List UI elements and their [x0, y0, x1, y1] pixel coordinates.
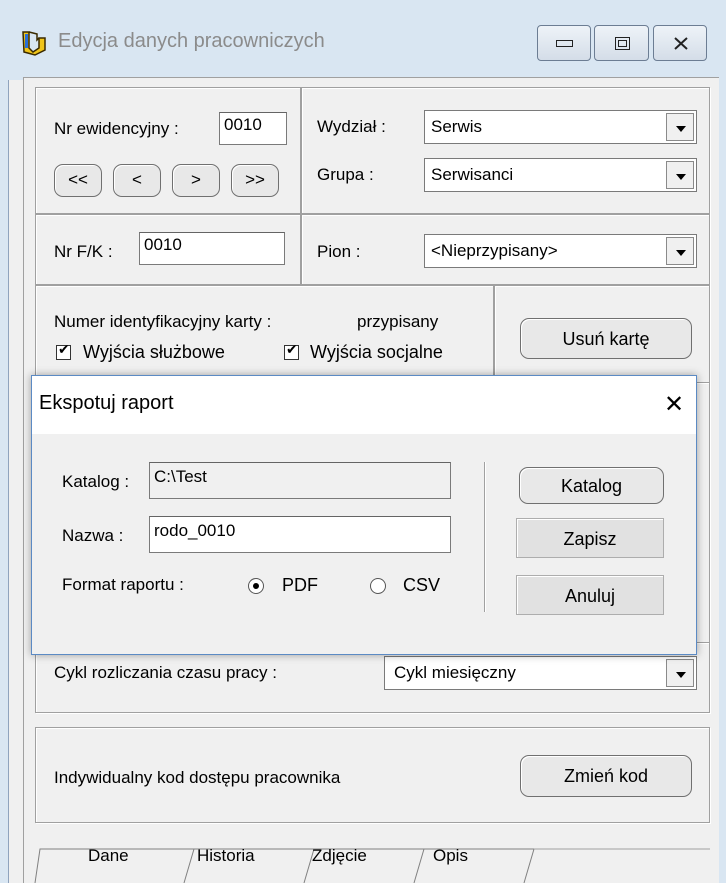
zmien-kod-button[interactable]: Zmień kod — [520, 755, 692, 797]
last-record-button[interactable]: >> — [231, 164, 279, 197]
minimize-button[interactable] — [537, 25, 591, 61]
access-code-label: Indywidualny kod dostępu pracownika — [54, 768, 341, 787]
title-bar[interactable]: Edycja danych pracowniczych — [0, 0, 726, 80]
nr-ewidencyjny-input[interactable]: 0010 — [219, 112, 287, 145]
zapisz-button[interactable]: Zapisz — [516, 518, 664, 558]
card-number-label: Numer identyfikacyjny karty : — [54, 312, 272, 331]
wyjscia-socjalne-checkbox[interactable] — [284, 342, 299, 360]
nr-fk-label: Nr F/K : — [54, 242, 113, 261]
chevron-down-icon[interactable] — [666, 659, 694, 687]
window-title: Edycja danych pracowniczych — [58, 30, 325, 52]
dialog-title-bar[interactable]: Ekspotuj raport ✕ — [32, 376, 696, 434]
wyjscia-socjalne-label: Wyjścia socjalne — [310, 342, 443, 362]
card-group — [35, 285, 494, 383]
katalog-input[interactable]: C:\Test — [149, 462, 451, 499]
tab-zdjecie[interactable]: Zdjęcie — [312, 846, 367, 883]
cykl-value: Cykl miesięczny — [394, 663, 516, 682]
next-record-button[interactable]: > — [172, 164, 220, 197]
dialog-title: Ekspotuj raport — [39, 392, 174, 414]
dialog-separator — [484, 462, 486, 612]
nr-ewidencyjny-label: Nr ewidencyjny : — [54, 119, 179, 138]
tab-strip — [34, 848, 710, 883]
wydzial-dropdown[interactable]: Serwis — [424, 110, 697, 144]
tab-dane[interactable]: Dane — [88, 846, 129, 883]
app-icon — [22, 31, 46, 56]
pion-value: <Nieprzypisany> — [431, 241, 558, 260]
grupa-dropdown[interactable]: Serwisanci — [424, 158, 697, 192]
grupa-value: Serwisanci — [431, 165, 514, 184]
chevron-down-icon[interactable] — [666, 237, 694, 265]
card-status: przypisany — [357, 312, 439, 331]
usun-karte-button[interactable]: Usuń kartę — [520, 318, 692, 359]
format-pdf-label: PDF — [282, 575, 318, 595]
close-button[interactable] — [653, 25, 707, 61]
tab-opis[interactable]: Opis — [433, 846, 468, 883]
format-label: Format raportu : — [62, 575, 184, 594]
wyjscia-sluzbowe-label: Wyjścia służbowe — [83, 342, 225, 362]
wydzial-value: Serwis — [431, 117, 483, 136]
wydzial-label: Wydział : — [317, 117, 386, 136]
grupa-label: Grupa : — [317, 165, 374, 184]
nr-fk-input[interactable]: 0010 — [139, 232, 285, 265]
close-icon[interactable]: ✕ — [664, 390, 684, 418]
format-csv-radio[interactable] — [370, 578, 386, 594]
export-report-dialog: Ekspotuj raport ✕ Katalog : C:\Test Nazw… — [31, 375, 697, 655]
cykl-dropdown[interactable]: Cykl miesięczny — [384, 656, 697, 690]
format-csv-label: CSV — [403, 575, 441, 595]
nazwa-input[interactable]: rodo_0010 — [149, 516, 451, 553]
minimize-icon — [556, 40, 573, 47]
anuluj-button[interactable]: Anuluj — [516, 575, 664, 615]
first-record-button[interactable]: << — [54, 164, 102, 197]
maximize-button[interactable] — [594, 25, 649, 61]
pion-dropdown[interactable]: <Nieprzypisany> — [424, 234, 697, 268]
tab-historia[interactable]: Historia — [197, 846, 255, 883]
restore-icon — [615, 37, 630, 50]
wyjscia-sluzbowe-checkbox[interactable] — [56, 342, 71, 360]
katalog-label: Katalog : — [62, 472, 130, 491]
prev-record-button[interactable]: < — [113, 164, 161, 197]
pion-label: Pion : — [317, 242, 361, 261]
department-group — [301, 87, 710, 214]
cykl-label: Cykl rozliczania czasu pracy : — [54, 663, 277, 682]
chevron-down-icon[interactable] — [666, 161, 694, 189]
chevron-down-icon[interactable] — [666, 113, 694, 141]
nazwa-label: Nazwa : — [62, 526, 124, 545]
katalog-button[interactable]: Katalog — [519, 467, 664, 504]
close-icon — [674, 37, 688, 50]
format-pdf-radio[interactable] — [248, 578, 264, 594]
